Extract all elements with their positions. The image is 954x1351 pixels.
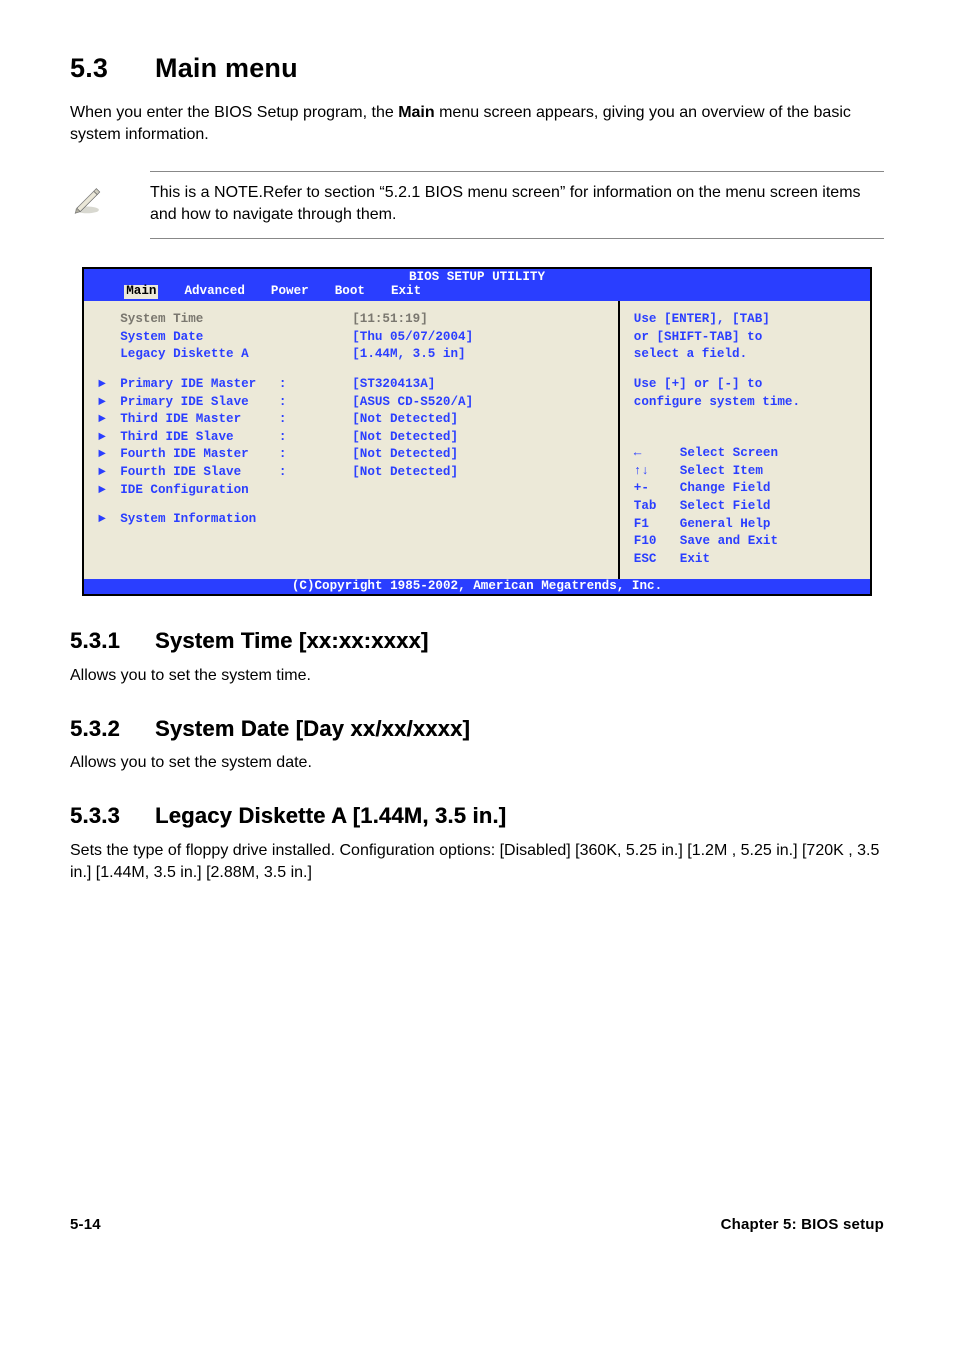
note-block: This is a NOTE.Refer to section “5.2.1 B… xyxy=(70,171,884,240)
bios-row-ide[interactable]: ► Primary IDE Slave : [ASUS CD-S520/A] xyxy=(98,394,610,412)
bios-row-ide[interactable]: ► Fourth IDE Master : [Not Detected] xyxy=(98,446,610,464)
bios-screenshot: BIOS SETUP UTILITY Main Advanced Power B… xyxy=(82,267,872,596)
bios-tab-exit[interactable]: Exit xyxy=(391,285,421,299)
triangle-right-icon: ► xyxy=(98,482,120,500)
pencil-icon xyxy=(70,181,104,215)
bios-row-date[interactable]: System Date [Thu 05/07/2004] xyxy=(98,329,610,347)
triangle-right-icon: ► xyxy=(98,464,120,482)
triangle-right-icon: ► xyxy=(98,394,120,412)
page-number: 5-14 xyxy=(70,1214,101,1235)
bios-row-ide-config[interactable]: ► IDE Configuration xyxy=(98,482,610,500)
heading-number: 5.3 xyxy=(70,50,155,88)
bios-tab-advanced[interactable]: Advanced xyxy=(184,285,244,299)
subsection-heading: 5.3.1System Time [xx:xx:xxxx] xyxy=(70,626,884,657)
section-heading: 5.3Main menu xyxy=(70,50,884,88)
bios-tab-main[interactable]: Main xyxy=(124,285,158,299)
bios-row-sysinfo[interactable]: ► System Information xyxy=(98,511,610,529)
bios-left-pane: System Time [11:51:19] System Date [Thu … xyxy=(84,301,620,579)
subsection-heading: 5.3.2System Date [Day xx/xx/xxxx] xyxy=(70,714,884,745)
bios-tab-boot[interactable]: Boot xyxy=(335,285,365,299)
bios-tabs: Main Advanced Power Boot Exit xyxy=(84,285,870,301)
page-footer: 5-14 Chapter 5: BIOS setup xyxy=(70,1214,884,1235)
triangle-right-icon: ► xyxy=(98,429,120,447)
subsection-body: Allows you to set the system date. xyxy=(70,752,884,774)
intro-paragraph: When you enter the BIOS Setup program, t… xyxy=(70,102,884,147)
subsection-body: Allows you to set the system time. xyxy=(70,665,884,687)
heading-title: Main menu xyxy=(155,53,298,83)
note-text: This is a NOTE.Refer to section “5.2.1 B… xyxy=(150,171,884,240)
triangle-right-icon: ► xyxy=(98,511,120,529)
bios-row-ide[interactable]: ► Fourth IDE Slave : [Not Detected] xyxy=(98,464,610,482)
triangle-right-icon: ► xyxy=(98,376,120,394)
chapter-label: Chapter 5: BIOS setup xyxy=(721,1214,884,1235)
arrow-updown-icon: ↑↓ xyxy=(634,463,680,481)
subsection-body: Sets the type of floppy drive installed.… xyxy=(70,840,884,885)
triangle-right-icon: ► xyxy=(98,411,120,429)
bios-row-legacy[interactable]: Legacy Diskette A [1.44M, 3.5 in] xyxy=(98,346,610,364)
bios-tab-power[interactable]: Power xyxy=(271,285,309,299)
bios-title: BIOS SETUP UTILITY xyxy=(84,269,870,285)
bios-copyright: (C)Copyright 1985-2002, American Megatre… xyxy=(84,579,870,595)
bios-row-ide[interactable]: ► Third IDE Master : [Not Detected] xyxy=(98,411,610,429)
bios-row-ide[interactable]: ► Third IDE Slave : [Not Detected] xyxy=(98,429,610,447)
bios-right-pane: Use [ENTER], [TAB] or [SHIFT-TAB] to sel… xyxy=(620,301,870,579)
bios-row-time[interactable]: System Time [11:51:19] xyxy=(98,311,610,329)
arrow-left-icon: ← xyxy=(634,445,680,463)
note-icon-cell xyxy=(70,171,150,222)
bios-help-text: Use [ENTER], [TAB] or [SHIFT-TAB] to sel… xyxy=(634,311,860,411)
subsection-heading: 5.3.3Legacy Diskette A [1.44M, 3.5 in.] xyxy=(70,801,884,832)
triangle-right-icon: ► xyxy=(98,446,120,464)
bios-legend: ←Select Screen ↑↓Select Item +-Change Fi… xyxy=(634,445,860,568)
bios-row-ide[interactable]: ► Primary IDE Master : [ST320413A] xyxy=(98,376,610,394)
